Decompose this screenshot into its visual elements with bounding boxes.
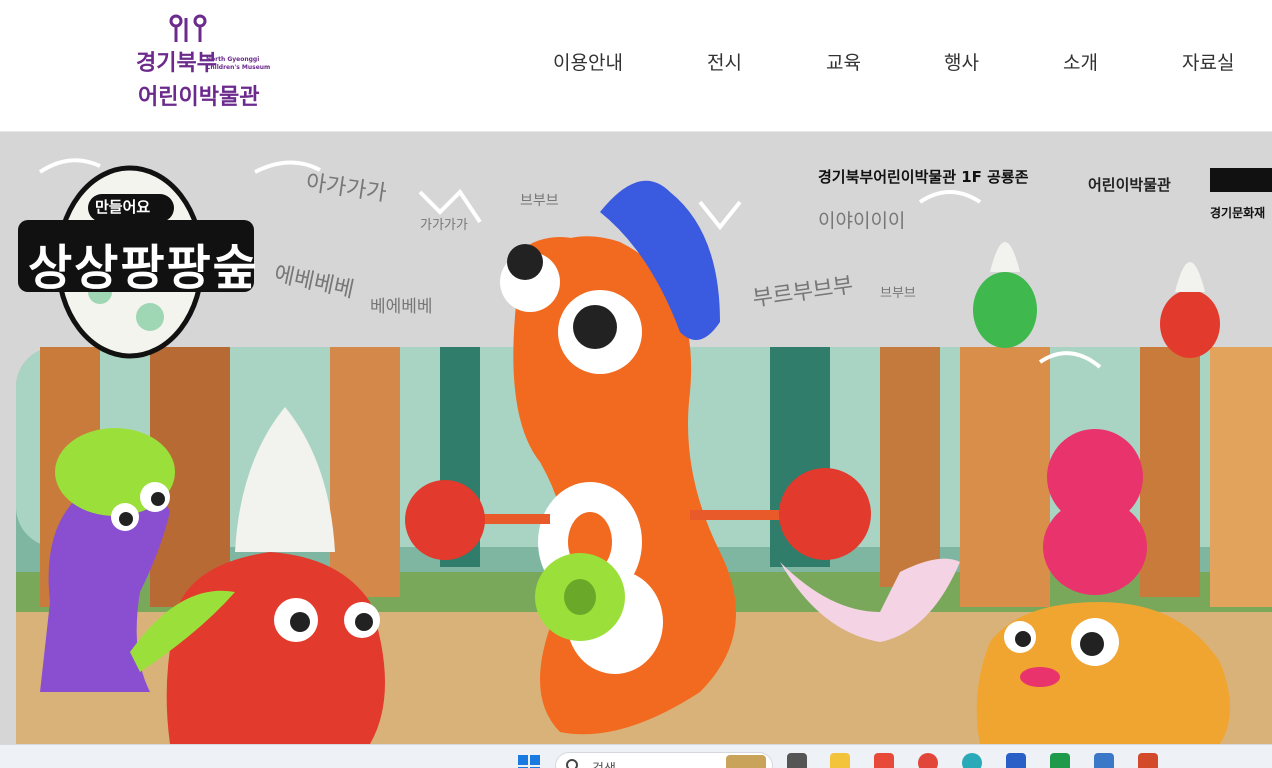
app-blue-icon[interactable] [1094,753,1114,768]
word-icon[interactable] [1006,753,1026,768]
nav-item-events[interactable]: 행사 [944,48,979,75]
search-icon [566,759,578,768]
banner-badge: 만들어요 [95,198,151,216]
partner-logo-text: 경기문화재 [1210,206,1266,220]
sound-word-8: 브부브 [880,286,916,301]
nav-item-education[interactable]: 교육 [826,48,861,75]
nav-item-archive[interactable]: 자료실 [1182,48,1234,75]
file-explorer-icon[interactable] [830,753,850,768]
sound-word-5: 베에베베 [370,297,433,317]
sound-word-6: 이야이이이 [818,210,906,232]
powerpoint-icon[interactable] [1138,753,1158,768]
app-icon[interactable] [874,753,894,768]
windows-taskbar: 검색 [0,744,1272,768]
main-nav: 이용안내 전시 교육 행사 소개 자료실 [0,0,1272,131]
search-highlight-image [726,755,766,768]
banner-museum-logo: 어린이박물관 [1088,174,1178,214]
banner-illustration [16,158,1272,744]
banner-title: 상상팡팡숲 [28,240,259,296]
windows-start-icon[interactable] [518,755,540,768]
task-view-icon[interactable] [787,753,807,768]
banner-location: 경기북부어린이박물관 1F 공룡존 [818,168,1029,186]
sound-word-2: 가가가가 [420,218,468,233]
site-header: 경기북부 어린이박물관 North Gyeonggi Children's Mu… [0,0,1272,131]
nav-item-guide[interactable]: 이용안내 [553,48,623,75]
nav-item-exhibition[interactable]: 전시 [707,48,742,75]
partner-logo-mark [1210,168,1272,192]
nav-item-about[interactable]: 소개 [1063,48,1098,75]
edge-icon[interactable] [962,753,982,768]
sound-word-3: 브부브 [520,193,559,209]
app-green-icon[interactable] [1050,753,1070,768]
taskbar-search-placeholder: 검색 [592,758,616,768]
banner-museum-logo-text: 어린이박물관 [1088,176,1171,194]
chrome-icon[interactable] [918,753,938,768]
hero-banner[interactable]: 만들어요 상상팡팡숲 경기북부어린이박물관 1F 공룡존 아가가가 가가가가 브… [0,132,1272,744]
